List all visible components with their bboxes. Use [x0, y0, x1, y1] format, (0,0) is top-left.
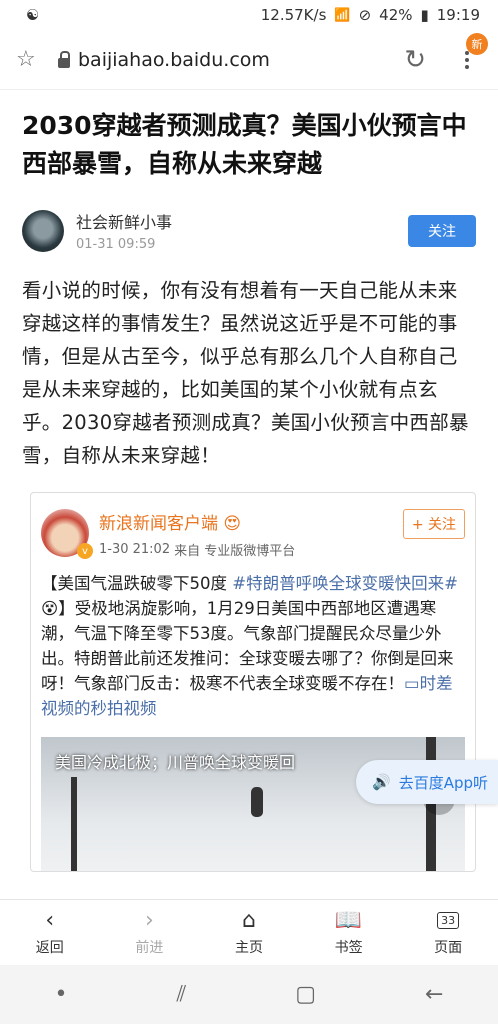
card-meta: 新浪新闻客户端 😍 1-30 21:02 来自 专业版微博平台: [99, 509, 403, 559]
forward-button[interactable]: › 前进: [100, 900, 200, 965]
person-shape: [251, 787, 263, 817]
card-text-part-2: 】受极地涡旋影响，1月29日美国中西部地区遭遇寒潮，气温下降至零下53度。气象部…: [41, 599, 454, 693]
menu-button[interactable]: 新: [452, 32, 488, 75]
author-avatar[interactable]: [22, 209, 64, 252]
page-count: 33: [437, 912, 460, 929]
listen-in-app-button[interactable]: 🔊 去百度App听: [356, 760, 498, 804]
hashtag-link[interactable]: #特朗普呼唤全球变暖快回来#: [232, 574, 458, 593]
chevron-left-icon: ‹: [45, 908, 55, 933]
bookmarks-label: 书签: [334, 939, 363, 956]
home-label: 主页: [234, 939, 263, 956]
emoji-icon: 😍: [223, 514, 242, 534]
author-meta: 社会新鲜小事 01-31 09:59: [76, 209, 408, 252]
battery-icon: ▮: [420, 6, 429, 24]
menu-dot-icon: [465, 64, 469, 69]
battery-level: 42%: [379, 6, 413, 24]
menu-dot-icon: [465, 57, 469, 62]
chevron-right-icon: ›: [144, 908, 154, 933]
author-row: 社会新鲜小事 01-31 09:59 关注: [22, 209, 476, 252]
recents-icon[interactable]: ⫽: [176, 982, 186, 1007]
book-icon: 📖: [334, 908, 363, 933]
bookmark-star-icon[interactable]: ☆: [16, 47, 44, 72]
clock: 19:19: [436, 6, 480, 24]
author-name[interactable]: 社会新鲜小事: [76, 209, 408, 233]
network-speed: 12.57K/s: [260, 6, 327, 24]
new-badge: 新: [466, 32, 488, 55]
address-field[interactable]: baijiahao.baidu.com: [44, 49, 404, 71]
video-thumbnail[interactable]: 美国冷成北极；川普唤全球变暖回 ›: [41, 737, 465, 871]
card-text-part-1: 【美国气温跌破零下50度: [41, 574, 233, 593]
wifi-icon: 📶: [334, 7, 351, 23]
tabs-icon: 33: [437, 909, 460, 933]
url-text: baijiahao.baidu.com: [78, 48, 270, 71]
forward-label: 前进: [135, 939, 164, 956]
article-paragraph: 看小说的时候，你有没有想着有一天自己能从未来穿越这样的事情发生？虽然说这近乎是不…: [22, 279, 469, 467]
speaker-icon: 🔊: [372, 773, 391, 791]
emoji-icon: 😵: [41, 599, 59, 618]
app-notification-icon: ☯: [26, 6, 40, 24]
back-button[interactable]: ‹ 返回: [0, 900, 100, 965]
dot-icon[interactable]: •: [54, 982, 67, 1007]
listen-label: 去百度App听: [398, 773, 488, 792]
card-source: 来自 专业版微博平台: [174, 544, 296, 559]
follow-button[interactable]: 关注: [408, 214, 476, 247]
card-account-name-text: 新浪新闻客户端: [99, 514, 218, 534]
home-button[interactable]: ⌂ 主页: [199, 900, 299, 965]
url-bar: ☆ baijiahao.baidu.com ↻ 新: [0, 30, 498, 90]
pages-label: 页面: [434, 939, 463, 956]
video-link-icon: ▭: [404, 674, 420, 693]
status-right: 12.57K/s 📶 ⊘ 42% ▮ 19:19: [261, 6, 480, 24]
home-icon: ⌂: [242, 908, 256, 933]
card-header: v 新浪新闻客户端 😍 1-30 21:02 来自 专业版微博平台 + 关注: [41, 509, 465, 559]
refresh-icon[interactable]: ↻: [404, 45, 426, 75]
bookmarks-button[interactable]: 📖 书签: [299, 900, 399, 965]
embedded-weibo-card[interactable]: v 新浪新闻客户端 😍 1-30 21:02 来自 专业版微博平台 + 关注 【…: [30, 492, 476, 872]
browser-toolbar: ‹ 返回 › 前进 ⌂ 主页 📖 书签 33 页面: [0, 899, 498, 965]
card-time: 1-30 21:02: [99, 542, 171, 557]
home-square-icon[interactable]: ▢: [295, 982, 316, 1007]
status-bar: ☯ 12.57K/s 📶 ⊘ 42% ▮ 19:19: [0, 0, 498, 30]
tree-shape: [71, 777, 77, 871]
card-time-row: 1-30 21:02 来自 专业版微博平台: [99, 540, 403, 559]
lock-icon: [58, 50, 70, 68]
card-follow-button[interactable]: + 关注: [402, 509, 465, 539]
article-title: 2030穿越者预测成真？美国小伙预言中西部暴雪，自称从未来穿越: [22, 111, 467, 178]
pages-button[interactable]: 33 页面: [398, 900, 498, 965]
card-avatar[interactable]: v: [41, 509, 93, 559]
card-text: 【美国气温跌破零下50度 #特朗普呼唤全球变暖快回来# 😵】受极地涡旋影响，1月…: [41, 571, 465, 721]
back-label: 返回: [35, 939, 64, 956]
mute-icon: ⊘: [358, 6, 372, 24]
card-account-name[interactable]: 新浪新闻客户端 😍: [99, 509, 403, 534]
verified-icon: v: [77, 543, 93, 559]
back-arrow-icon[interactable]: ←: [425, 982, 443, 1007]
publish-time: 01-31 09:59: [76, 237, 156, 252]
video-caption: 美国冷成北极；川普唤全球变暖回: [55, 753, 296, 772]
system-nav-bar: • ⫽ ▢ ←: [0, 965, 498, 1024]
